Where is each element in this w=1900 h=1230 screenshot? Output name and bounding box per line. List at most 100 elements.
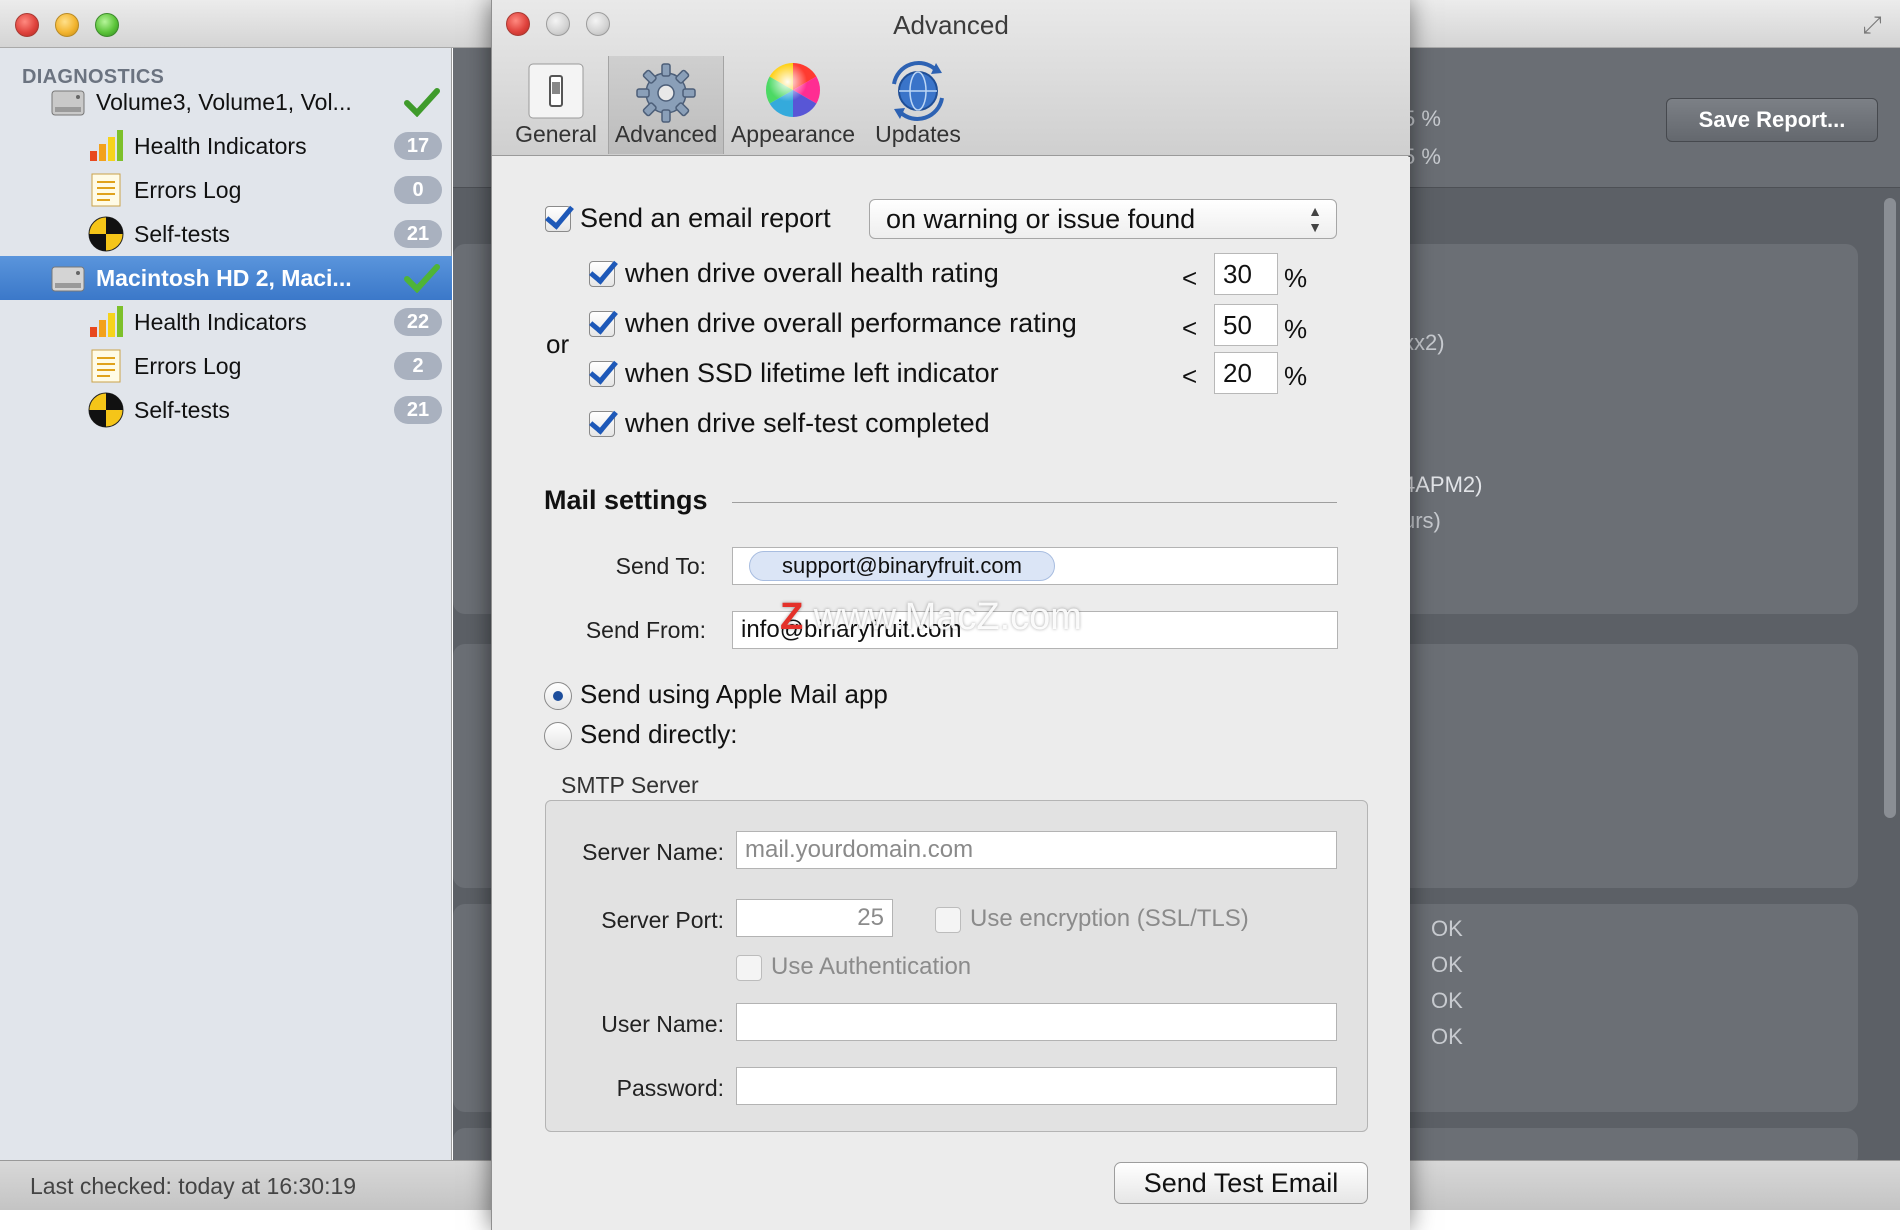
percent-sign: %	[1284, 263, 1308, 293]
password-label: Password:	[616, 1075, 724, 1101]
fullscreen-icon[interactable]: ⤢	[1858, 12, 1886, 40]
performance-threshold-field[interactable]: 50	[1214, 304, 1278, 346]
email-token[interactable]: support@binaryfruit.com	[749, 551, 1055, 581]
log-document-icon	[91, 173, 121, 207]
send-to-field[interactable]: support@binaryfruit.com	[732, 547, 1338, 585]
watermark-text: www.MacZ.com	[813, 596, 1082, 638]
tab-label: Advanced	[614, 121, 718, 147]
popup-selected-value: on warning or issue found	[886, 204, 1196, 234]
count-badge: 17	[394, 132, 442, 160]
percent-sign: %	[1284, 314, 1308, 344]
send-test-email-button[interactable]: Send Test Email	[1114, 1162, 1368, 1204]
mail-settings-title: Mail settings	[544, 485, 708, 515]
count-badge: 2	[394, 352, 442, 380]
sidebar-item-health-indicators[interactable]: Health Indicators 22	[0, 300, 452, 344]
sidebar-item-label: Health Indicators	[134, 132, 307, 159]
sidebar-item-label: Self-tests	[134, 220, 230, 247]
less-than-symbol: <	[1182, 313, 1198, 343]
tab-label: Updates	[875, 121, 961, 147]
less-than-symbol: <	[1182, 263, 1198, 293]
sidebar-item-label: Self-tests	[134, 396, 230, 423]
smtp-server-caption: SMTP Server	[561, 772, 699, 798]
ssd-lifetime-checkbox[interactable]	[589, 361, 615, 387]
watermark-z: Z	[780, 596, 804, 638]
server-name-field[interactable]: mail.yourdomain.com	[736, 831, 1337, 869]
use-encryption-label: Use encryption (SSL/TLS)	[970, 905, 1249, 932]
report-scrollbar[interactable]	[1884, 198, 1896, 818]
last-checked-text: Last checked: today at 16:30:19	[30, 1173, 357, 1199]
sidebar-item-label: Health Indicators	[134, 308, 307, 335]
tab-label: General	[515, 121, 597, 147]
sidebar-item-label: Macintosh HD 2, Maci...	[96, 264, 352, 291]
send-apple-mail-radio[interactable]	[544, 682, 572, 710]
performance-rating-checkbox[interactable]	[589, 311, 615, 337]
ok-check-icon	[404, 88, 440, 117]
advanced-pane: Send an email report on warning or issue…	[492, 157, 1410, 1230]
health-bars-icon	[90, 130, 123, 161]
switch-icon	[528, 63, 584, 119]
updown-arrows-icon: ▲ ▼	[1308, 203, 1322, 235]
server-port-field[interactable]: 25	[736, 899, 893, 937]
dialog-title: Advanced	[893, 10, 1009, 40]
server-port-label: Server Port:	[601, 907, 724, 933]
zoom-window-button[interactable]	[95, 13, 119, 37]
count-badge: 0	[394, 176, 442, 204]
sidebar-item-health-indicators[interactable]: Health Indicators 17	[0, 124, 452, 168]
save-report-button[interactable]: Save Report...	[1666, 98, 1878, 142]
send-directly-radio[interactable]	[544, 722, 572, 750]
sidebar-item-errors-log[interactable]: Errors Log 2	[0, 344, 452, 388]
tab-general[interactable]: General	[506, 56, 606, 154]
send-apple-mail-label: Send using Apple Mail app	[580, 679, 888, 709]
log-document-icon	[91, 349, 121, 383]
use-encryption-checkbox[interactable]	[935, 907, 961, 933]
watermark: Z www.MacZ.com	[780, 596, 1082, 639]
count-badge: 21	[394, 220, 442, 248]
less-than-symbol: <	[1182, 361, 1198, 391]
tab-appearance[interactable]: Appearance	[726, 56, 860, 154]
color-wheel-icon	[765, 62, 821, 118]
send-email-report-checkbox[interactable]	[545, 206, 571, 232]
ok-status: OK	[1431, 952, 1463, 977]
tab-updates[interactable]: Updates	[862, 56, 974, 154]
minimize-window-button[interactable]	[55, 13, 79, 37]
send-to-label: Send To:	[615, 553, 706, 579]
globe-update-icon	[892, 61, 944, 121]
sidebar-item-volume3[interactable]: Volume3, Volume1, Vol...	[0, 80, 452, 124]
report-trigger-popup[interactable]: on warning or issue found ▲ ▼	[869, 199, 1337, 239]
sidebar-item-self-tests[interactable]: Self-tests 21	[0, 388, 452, 432]
ok-check-icon	[404, 264, 440, 293]
smtp-server-box: Server Name: mail.yourdomain.com Server …	[545, 800, 1368, 1132]
count-badge: 21	[394, 396, 442, 424]
health-bars-icon	[90, 306, 123, 337]
health-rating-checkbox[interactable]	[589, 261, 615, 287]
sidebar-item-self-tests[interactable]: Self-tests 21	[0, 212, 452, 256]
send-directly-label: Send directly:	[580, 719, 738, 749]
sidebar-item-label: Errors Log	[134, 176, 242, 203]
ok-status: OK	[1431, 1024, 1463, 1049]
sidebar-item-errors-log[interactable]: Errors Log 0	[0, 168, 452, 212]
send-email-report-label: Send an email report	[580, 203, 831, 233]
partial-text: 4APM2)	[1403, 472, 1483, 497]
percent-sign: %	[1284, 361, 1308, 391]
sidebar-item-label: Errors Log	[134, 352, 242, 379]
health-rating-label: when drive overall health rating	[625, 258, 999, 288]
hard-drive-icon	[51, 266, 85, 292]
diagnostics-sidebar: DIAGNOSTICS Volume3, Volume1, Vol... Hea…	[0, 48, 452, 1160]
tab-advanced[interactable]: Advanced	[608, 56, 724, 154]
sidebar-item-macintosh-hd-2[interactable]: Macintosh HD 2, Maci...	[0, 256, 452, 300]
server-name-label: Server Name:	[582, 839, 724, 865]
send-from-label: Send From:	[585, 617, 706, 643]
performance-rating-label: when drive overall performance rating	[625, 308, 1077, 338]
close-window-button[interactable]	[15, 13, 39, 37]
ssd-threshold-field[interactable]: 20	[1214, 352, 1278, 394]
use-authentication-checkbox[interactable]	[736, 955, 762, 981]
count-badge: 22	[394, 308, 442, 336]
health-threshold-field[interactable]: 30	[1214, 253, 1278, 295]
use-authentication-label: Use Authentication	[771, 953, 972, 980]
user-name-field[interactable]	[736, 1003, 1337, 1041]
or-label: or	[546, 329, 570, 359]
password-field[interactable]	[736, 1067, 1337, 1105]
self-test-completed-checkbox[interactable]	[589, 411, 615, 437]
self-test-completed-label: when drive self-test completed	[625, 408, 990, 438]
user-name-label: User Name:	[601, 1011, 724, 1037]
